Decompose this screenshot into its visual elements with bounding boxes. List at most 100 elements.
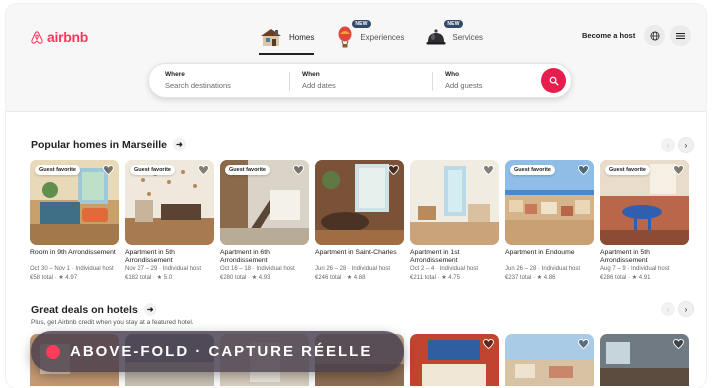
deals-pager: ‹ › <box>661 302 693 316</box>
category-nav: Homes NEW Experiences NEW Services <box>259 20 484 55</box>
tab-homes[interactable]: Homes <box>259 22 315 55</box>
search-who-title: Who <box>445 71 460 78</box>
listing-dates-host: Oct 16 – 18 · Individual host <box>220 266 295 272</box>
listing-card[interactable]: Guest favorite Room in 9th Arrondissemen… <box>30 160 119 281</box>
heart-icon[interactable] <box>578 165 589 175</box>
listing-card[interactable]: Guest favorite Apartment in Endoume Jun … <box>505 160 594 281</box>
listing-dates-host: Jun 26 – 28 · Individual host <box>505 266 581 272</box>
listing-photo[interactable]: Guest favorite <box>220 160 309 245</box>
search-who-placeholder: Add guests <box>445 81 483 90</box>
header: airbnb Homes NEW Experiences NEW Service… <box>6 4 706 112</box>
listing-card[interactable]: Guest favorite Apartment in 5th Arrondis… <box>600 160 689 281</box>
hotel-photo[interactable] <box>600 334 689 386</box>
listing-card[interactable]: Apartment in Saint-Charles Jun 26 – 28 ·… <box>315 160 404 281</box>
search-divider <box>432 72 433 91</box>
listing-name: Apartment in Endoume <box>505 249 575 256</box>
heart-icon[interactable] <box>198 165 209 175</box>
next-button[interactable]: › <box>679 138 693 152</box>
listing-card[interactable]: Apartment in 1st Arrondissement Oct 2 – … <box>410 160 499 281</box>
heart-icon[interactable] <box>673 339 684 349</box>
search-when-placeholder: Add dates <box>302 81 336 90</box>
previous-button[interactable]: ‹ <box>661 302 675 316</box>
search-icon <box>549 76 558 85</box>
arrow-right-icon: ➜ <box>172 138 186 151</box>
hotel-card[interactable] <box>600 334 689 386</box>
guest-favorite-badge: Guest favorite <box>605 165 650 175</box>
heart-icon[interactable] <box>673 165 684 175</box>
hotel-card[interactable] <box>410 334 499 386</box>
listing-photo[interactable]: Guest favorite <box>505 160 594 245</box>
new-badge: NEW <box>444 20 463 28</box>
hotel-deals-title: Great deals on hotels <box>31 303 138 316</box>
guest-favorite-badge: Guest favorite <box>510 165 555 175</box>
listing-dates-host: Jun 26 – 28 · Individual host <box>315 266 391 272</box>
globe-icon <box>650 31 659 40</box>
hamburger-menu-icon <box>676 32 685 39</box>
capture-overlay-text: ABOVE-FOLD · CAPTURE RÉELLE <box>70 343 373 360</box>
listing-photo[interactable] <box>410 160 499 245</box>
listing-price-rating: €237 total · ★ 4.86 <box>505 275 556 281</box>
airbnb-logo-icon <box>31 30 43 44</box>
page-frame: airbnb Homes NEW Experiences NEW Service… <box>6 4 706 388</box>
hotel-deals-heading[interactable]: Great deals on hotels ➜ <box>31 303 157 316</box>
search-who[interactable]: Who Add guests <box>445 71 483 90</box>
heart-icon[interactable] <box>293 165 304 175</box>
heart-icon[interactable] <box>578 339 589 349</box>
tab-services-label: Services <box>452 32 484 42</box>
hotel-deals-subtitle: Plus, get Airbnb credit when you stay at… <box>31 319 194 326</box>
tab-experiences[interactable]: NEW Experiences <box>336 20 405 52</box>
search-where-title: Where <box>165 71 185 78</box>
listing-photo[interactable]: Guest favorite <box>125 160 214 245</box>
listing-dates-host: Aug 7 – 9 · Individual host <box>600 266 670 272</box>
new-badge: NEW <box>352 20 371 28</box>
listing-name: Room in 9th Arrondissement <box>30 249 116 256</box>
listing-name: Apartment in 6th Arrondissement <box>220 249 270 264</box>
guest-favorite-badge: Guest favorite <box>130 165 175 175</box>
arrow-right-icon: ➜ <box>143 303 157 316</box>
search-when[interactable]: When Add dates <box>302 71 336 90</box>
tab-experiences-label: Experiences <box>360 32 405 42</box>
guest-favorite-badge: Guest favorite <box>35 165 80 175</box>
capture-overlay-label: ABOVE-FOLD · CAPTURE RÉELLE <box>31 331 404 372</box>
brand-name: airbnb <box>47 29 88 45</box>
airbnb-logo[interactable]: airbnb <box>30 29 88 45</box>
listing-price-rating: €286 total · ★ 4.91 <box>600 275 651 281</box>
listing-dates-host: Oct 2 – 4 · Individual host <box>410 266 479 272</box>
listing-name: Apartment in Saint-Charles <box>315 249 397 256</box>
listing-price-rating: €182 total · ★ 5.0 <box>125 275 173 281</box>
listing-card[interactable]: Guest favorite Apartment in 5th Arrondis… <box>125 160 214 281</box>
hotel-photo[interactable] <box>410 334 499 386</box>
language-button[interactable] <box>644 25 665 46</box>
listing-price-rating: €58 total · ★ 4.97 <box>30 275 78 281</box>
heart-icon[interactable] <box>483 165 494 175</box>
search-where-placeholder: Search destinations <box>165 81 231 90</box>
search-button[interactable] <box>541 68 566 93</box>
service-bell-icon <box>426 29 446 45</box>
next-button[interactable]: › <box>679 302 693 316</box>
tab-services[interactable]: NEW Services <box>426 20 484 52</box>
become-a-host-link[interactable]: Become a host <box>582 31 635 40</box>
listing-price-rating: €211 total · ★ 4.75 <box>410 275 460 281</box>
hotel-card[interactable] <box>505 334 594 386</box>
popular-listings: Guest favorite Room in 9th Arrondissemen… <box>30 160 689 281</box>
listing-price-rating: €280 total · ★ 4.93 <box>220 275 271 281</box>
listing-dates-host: Oct 30 – Nov 1 · Individual host <box>30 266 114 272</box>
heart-icon[interactable] <box>103 165 114 175</box>
heart-icon[interactable] <box>483 339 494 349</box>
previous-button[interactable]: ‹ <box>661 138 675 152</box>
recording-dot-icon <box>46 344 60 359</box>
hotel-photo[interactable] <box>505 334 594 386</box>
search-where[interactable]: Where Search destinations <box>165 71 231 90</box>
listing-price-rating: €246 total · ★ 4.88 <box>315 275 366 281</box>
popular-homes-heading[interactable]: Popular homes in Marseille ➜ <box>31 138 186 151</box>
listing-photo[interactable]: Guest favorite <box>30 160 119 245</box>
hot-air-balloon-icon <box>338 26 352 48</box>
menu-button[interactable] <box>670 25 691 46</box>
listing-photo[interactable] <box>315 160 404 245</box>
listing-name: Apartment in 5th Arrondissement <box>125 249 175 264</box>
listing-card[interactable]: Guest favorite Apartment in 6th Arrondis… <box>220 160 309 281</box>
listing-photo[interactable]: Guest favorite <box>600 160 689 245</box>
heart-icon[interactable] <box>388 165 399 175</box>
search-bar: Where Search destinations When Add dates… <box>148 63 572 98</box>
listing-dates-host: Nov 27 – 29 · Individual host <box>125 266 202 272</box>
